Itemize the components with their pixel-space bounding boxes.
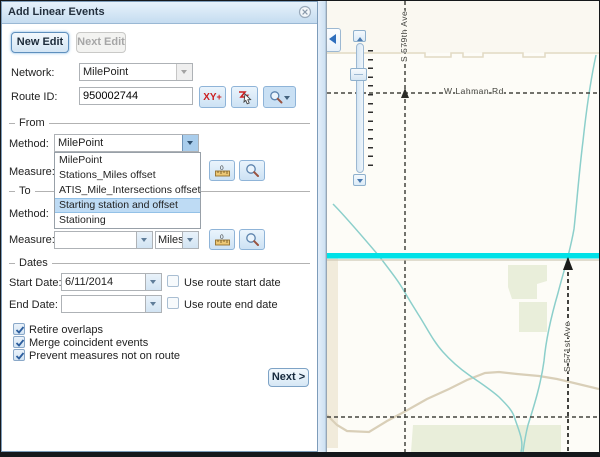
from-method-dropdown-trigger[interactable] [182,135,198,151]
river-line [333,204,522,452]
map-top-band [327,1,599,53]
use-route-start-checkbox[interactable] [167,275,179,287]
new-edit-button[interactable]: New Edit [11,32,69,53]
route-id-label: Route ID: [11,91,57,103]
next-edit-button: Next Edit [76,32,126,53]
road-arrow-icon [563,257,573,270]
from-method-label: Method: [9,138,49,150]
panel-title: Add Linear Events [8,6,105,18]
xy-icon: XY [203,92,216,103]
dropdown-option-highlighted[interactable]: Starting station and offset [55,198,200,213]
retire-overlaps-label: Retire overlaps [29,324,103,336]
to-method-label: Method: [9,208,49,220]
from-method-value: MilePoint [55,135,182,151]
chevron-down-icon [284,96,290,103]
start-date-label: Start Date: [9,277,62,289]
network-label: Network: [11,67,54,79]
highlighted-route [327,253,599,259]
to-legend: To [15,185,35,197]
select-route-on-map-button[interactable] [231,86,258,108]
start-date-trigger[interactable] [145,274,161,290]
use-route-end-checkbox[interactable] [167,297,179,309]
field-patch [411,425,561,452]
end-date-label: End Date: [9,299,58,311]
to-measure-label: Measure: [9,234,55,246]
from-legend: From [15,117,49,129]
dropdown-option[interactable]: MilePoint [55,153,200,168]
trail-line [327,372,599,432]
merge-coincident-checkbox[interactable] [13,336,25,348]
use-route-start-label: Use route start date [184,277,281,289]
end-date-trigger[interactable] [145,296,161,312]
collapse-panel-button[interactable] [327,28,341,52]
select-arrow-icon [237,89,253,105]
panel-header: Add Linear Events [2,2,317,24]
arrow-down-icon [357,179,363,186]
ruler-icon: 0 [214,164,231,178]
to-units-trigger[interactable] [182,232,198,248]
road-label-s571st: S 571st Ave [562,321,572,372]
end-date-value [62,296,145,312]
end-date-combo[interactable] [61,295,162,313]
zoom-in-button[interactable] [353,30,366,42]
to-measure-from-map-button[interactable]: 0 [209,229,235,250]
zoom-slider-track[interactable] [356,43,364,173]
road-label-s579th: S 579th Ave [399,11,409,62]
magnifier-icon [245,232,260,247]
ruler-icon: 0 [214,233,231,247]
app-window: Add Linear Events New Edit Next Edit Net… [0,0,600,457]
use-route-end-label: Use route end date [184,299,278,311]
from-measure-label: Measure: [9,166,55,178]
start-date-combo[interactable]: 6/11/2014 [61,273,162,291]
prevent-measures-checkbox[interactable] [13,349,25,361]
map-canvas[interactable]: W Lahman Rd S 579th Ave S 571st Ave [326,1,599,452]
network-value: MilePoint [80,64,176,80]
from-separator [9,123,310,124]
xy-coordinate-button[interactable]: XY+ [199,86,226,108]
start-date-value: 6/11/2014 [62,274,145,290]
to-units-value: Miles [156,232,182,248]
route-id-input[interactable] [79,87,193,105]
field-patch [519,302,547,332]
to-measure-search-button[interactable] [239,229,265,250]
magnifier-icon [245,163,260,178]
network-dropdown-trigger [176,64,192,80]
to-measure-combo[interactable] [54,231,153,249]
zoom-out-button[interactable] [353,174,366,186]
dropdown-option[interactable]: ATIS_Mile_Intersections offset [55,183,200,198]
from-measure-from-map-button[interactable]: 0 [209,160,235,181]
to-units-combo[interactable]: Miles [155,231,199,249]
road-label-w-lahman: W Lahman Rd [444,86,504,96]
merge-coincident-label: Merge coincident events [29,337,148,349]
from-method-combo[interactable]: MilePoint [54,134,199,152]
prevent-measures-label: Prevent measures not on route [29,350,180,362]
retire-overlaps-checkbox[interactable] [13,323,25,335]
method-dropdown-list: MilePoint Stations_Miles offset ATIS_Mil… [54,152,201,229]
chevron-left-icon [329,34,336,44]
dropdown-option[interactable]: Stationing [55,213,200,228]
field-patch [508,265,547,299]
search-route-dropdown-button[interactable] [263,86,296,108]
from-measure-search-button[interactable] [239,160,265,181]
dropdown-option[interactable]: Stations_Miles offset [55,168,200,183]
add-linear-events-panel: Add Linear Events New Edit Next Edit Net… [1,1,318,452]
dates-legend: Dates [15,257,52,269]
zoom-slider-thumb[interactable] [350,68,367,81]
dates-separator [9,263,310,264]
magnifier-icon [269,90,283,104]
panel-map-splitter[interactable] [318,1,326,452]
zoom-slider-ticks [368,50,373,170]
close-icon[interactable] [298,5,312,19]
next-button[interactable]: Next > [268,368,309,387]
arrow-up-icon [357,34,363,41]
to-measure-trigger[interactable] [136,232,152,248]
network-combo[interactable]: MilePoint [79,63,193,81]
